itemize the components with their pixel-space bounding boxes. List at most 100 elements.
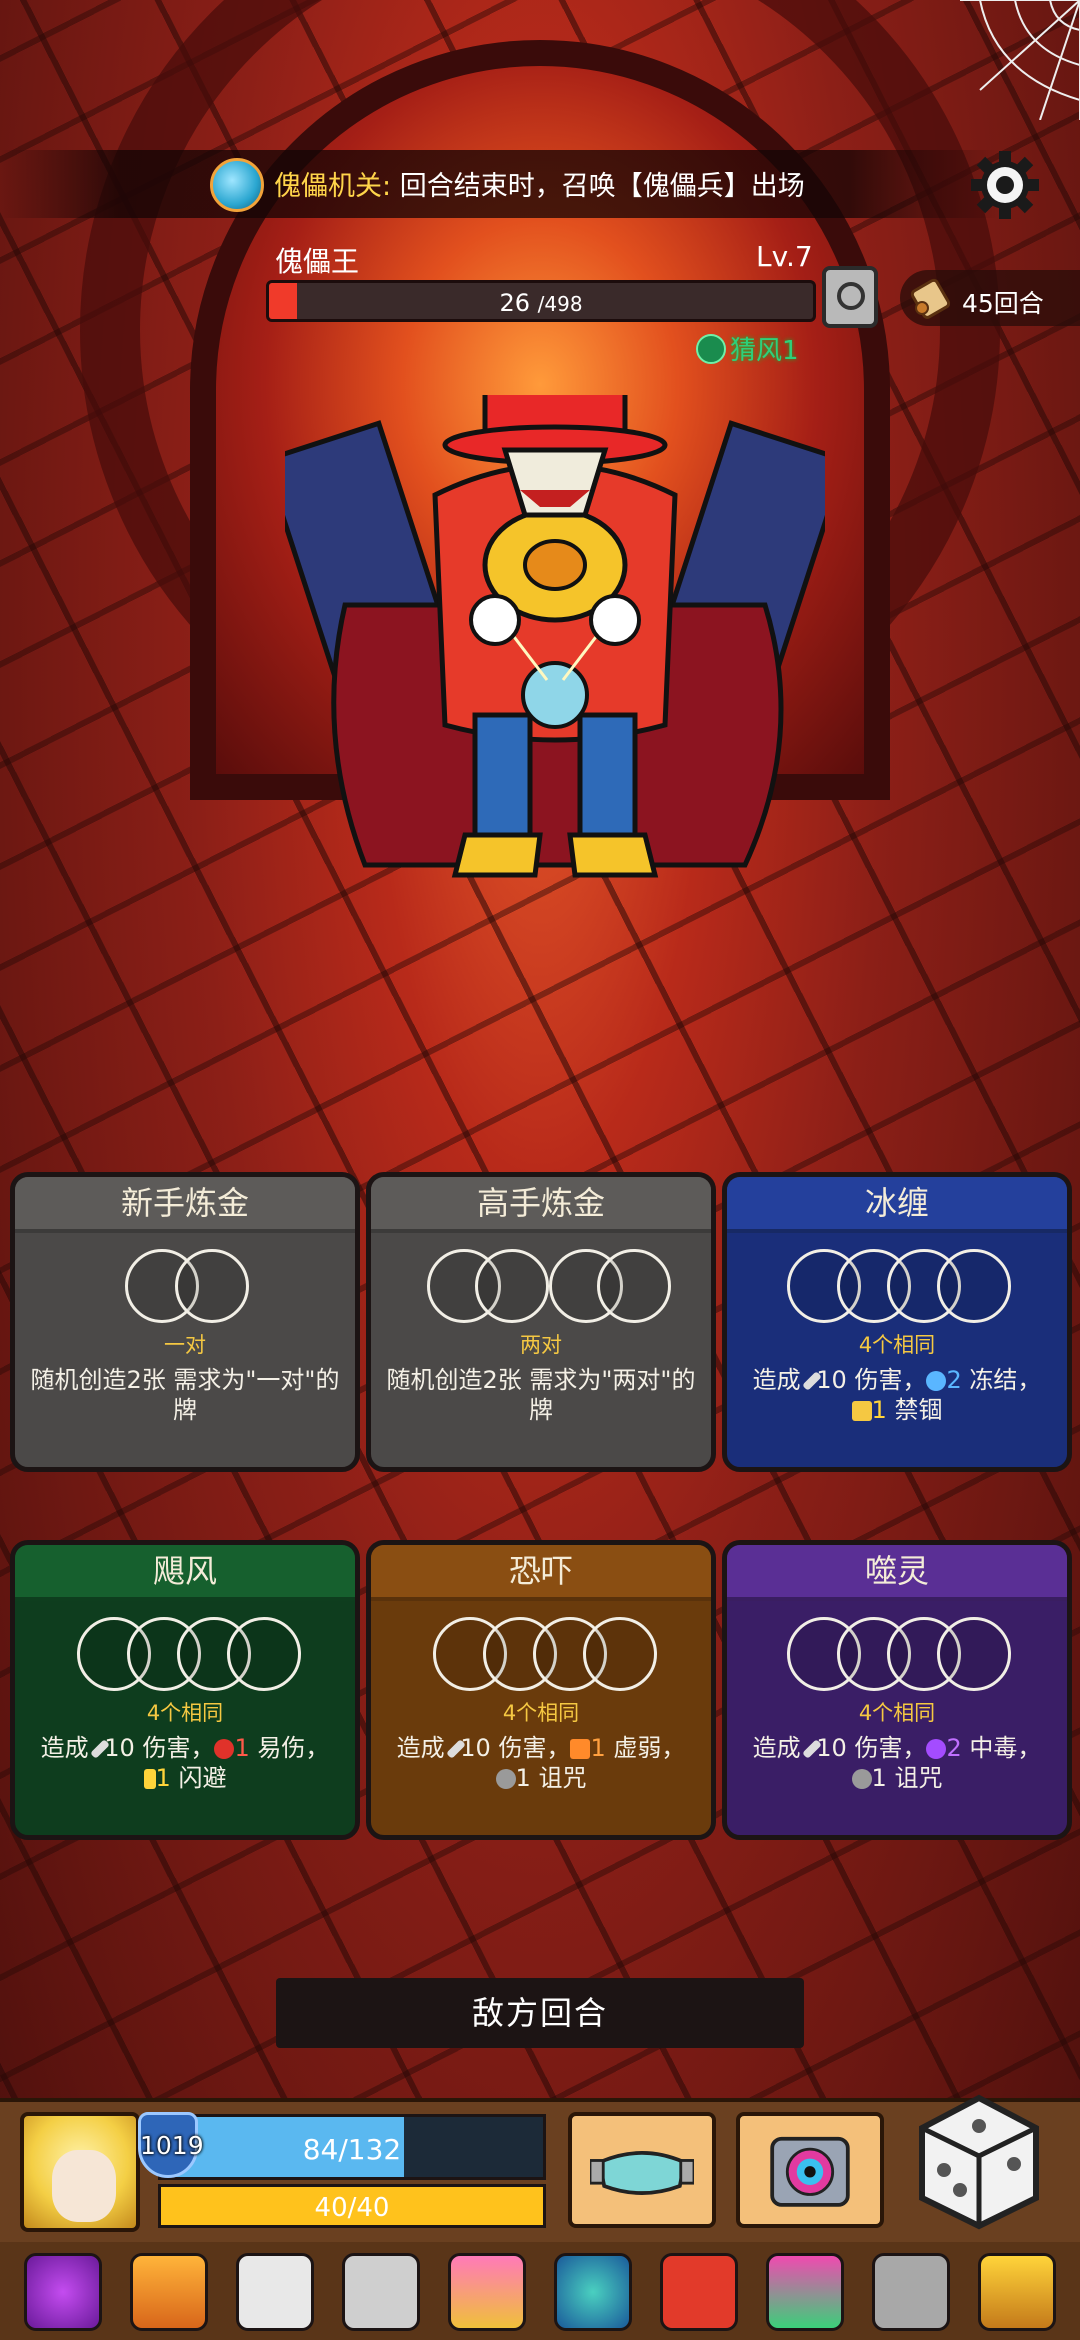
card-title: 新手炼金 <box>15 1177 355 1233</box>
card-requirement: 两对 <box>520 1333 562 1357</box>
spider-web-decoration <box>960 0 1080 120</box>
wind-buff-icon <box>696 333 726 364</box>
player-hp-bar: 84/132 <box>158 2114 546 2180</box>
boss-name: 傀儡王 <box>275 245 360 278</box>
card-requirement: 4个相同 <box>858 1333 936 1357</box>
player-avatar[interactable] <box>20 2112 140 2232</box>
lightning-icon <box>143 1769 156 1789</box>
scroll-relic-icon[interactable] <box>342 2253 420 2331</box>
boss-mechanic-text: 傀儡机关: 回合结束时，召唤【傀儡兵】出场 <box>274 164 805 203</box>
avatar-face <box>52 2150 116 2222</box>
card-description: 造成 10 伤害， 2 冻结， 1 禁锢 <box>727 1359 1067 1425</box>
magnifier-icon[interactable] <box>822 266 878 328</box>
card-slots <box>727 1617 1067 1697</box>
player-energy-bar: 40/40 <box>158 2184 546 2228</box>
card-description: 随机创造2张 需求为"两对"的牌 <box>386 1366 696 1424</box>
curse-label: 诅咒 <box>530 1764 587 1792</box>
card-description: 随机创造2张 需求为"一对"的牌 <box>30 1366 340 1424</box>
demon-icon <box>214 1739 235 1759</box>
poison-icon <box>926 1739 947 1759</box>
cloak-relic-icon[interactable] <box>130 2253 208 2331</box>
card-hurricane[interactable]: 飓风 4个相同 造成 10 伤害， 1 易伤， 1 闪避 <box>10 1540 360 1840</box>
skull-icon <box>495 1769 516 1789</box>
dice-icon[interactable] <box>914 2090 1044 2230</box>
vulnerable-value: 1 <box>234 1734 250 1762</box>
armor-value: 1019 <box>140 2131 204 2160</box>
freeze-label: 冻结， <box>961 1366 1042 1394</box>
potion-relic-icon[interactable] <box>24 2253 102 2331</box>
damage-value: 10 <box>816 1734 847 1762</box>
card-description: 造成 10 伤害， 1 虚弱， 1 诅咒 <box>371 1727 711 1793</box>
card-title: 恐吓 <box>371 1545 711 1601</box>
vortex-device-icon <box>770 2136 850 2207</box>
poison-value: 2 <box>946 1734 962 1762</box>
card-soul-devour[interactable]: 噬灵 4个相同 造成 10 伤害， 2 中毒， 1 诅咒 <box>722 1540 1072 1840</box>
player-hp-text: 84/132 <box>302 2133 402 2166</box>
card-title: 噬灵 <box>727 1545 1067 1601</box>
imprison-value: 1 <box>871 1396 887 1424</box>
gear-icon[interactable] <box>968 148 1042 222</box>
skull-relic-icon[interactable] <box>236 2253 314 2331</box>
lock-icon <box>851 1401 872 1421</box>
boss-hp-max: /498 <box>537 292 583 316</box>
dice-slot <box>175 1249 249 1323</box>
gold-claw-relic-icon[interactable] <box>978 2253 1056 2331</box>
totem-relic-icon[interactable] <box>766 2253 844 2331</box>
dice-slot <box>597 1249 671 1323</box>
damage-value: 10 <box>104 1734 135 1762</box>
desc-text: 造成 <box>40 1734 97 1762</box>
boss-buff-label: 猜风1 <box>730 336 799 366</box>
card-requirement: 4个相同 <box>146 1701 224 1725</box>
desc-text: 伤害， <box>134 1734 215 1762</box>
curse-value: 1 <box>871 1764 887 1792</box>
evade-label: 闪避 <box>170 1764 227 1792</box>
weak-label: 虚弱， <box>605 1734 686 1762</box>
damage-value: 10 <box>816 1366 847 1394</box>
card-ice-bind[interactable]: 冰缠 4个相同 造成 10 伤害， 2 冻结， 1 禁锢 <box>722 1172 1072 1472</box>
dice-slot <box>475 1249 549 1323</box>
card-slots <box>371 1249 711 1329</box>
desc-text: 造成 <box>752 1366 809 1394</box>
curse-value: 1 <box>515 1764 531 1792</box>
evade-value: 1 <box>155 1764 171 1792</box>
card-slots <box>371 1617 711 1697</box>
grey-crown-relic-icon[interactable] <box>872 2253 950 2331</box>
enemy-turn-indicator[interactable]: 敌方回合 <box>276 1978 804 2048</box>
boss-level: Lv.7 <box>756 240 813 273</box>
card-slots <box>15 1617 355 1697</box>
skill-goggles-button[interactable] <box>568 2112 716 2228</box>
card-description: 造成 10 伤害， 2 中毒， 1 诅咒 <box>727 1727 1067 1793</box>
mechanic-colon: : <box>382 171 392 202</box>
puppet-mechanism-icon <box>210 158 264 212</box>
card-slots <box>15 1249 355 1329</box>
card-title: 冰缠 <box>727 1177 1067 1233</box>
card-expert-alchemy[interactable]: 高手炼金 两对 随机创造2张 需求为"两对"的牌 <box>366 1172 716 1472</box>
dice-slot <box>227 1617 301 1691</box>
snowflake-icon <box>926 1371 947 1391</box>
desc-text: 造成 <box>396 1734 453 1762</box>
red-ring-relic-icon[interactable] <box>660 2253 738 2331</box>
player-energy-text: 40/40 <box>314 2193 390 2223</box>
card-requirement: 4个相同 <box>858 1701 936 1725</box>
broken-shield-icon <box>570 1739 591 1759</box>
card-requirement: 4个相同 <box>502 1701 580 1725</box>
card-title: 飓风 <box>15 1545 355 1601</box>
card-requirement: 一对 <box>164 1333 206 1357</box>
curse-label: 诅咒 <box>886 1764 943 1792</box>
card-description: 造成 10 伤害， 1 易伤， 1 闪避 <box>15 1727 355 1793</box>
demon-mask-relic-icon[interactable] <box>554 2253 632 2331</box>
boss-buff[interactable]: 猜风1 <box>696 330 799 367</box>
dice-slot <box>937 1249 1011 1323</box>
heart-amulet-relic-icon[interactable] <box>448 2253 526 2331</box>
desc-text: 造成 <box>752 1734 809 1762</box>
relic-bar <box>0 2244 1080 2340</box>
skill-vortex-button[interactable] <box>736 2112 884 2228</box>
card-title: 高手炼金 <box>371 1177 711 1233</box>
card-intimidate[interactable]: 恐吓 4个相同 造成 10 伤害， 1 虚弱， 1 诅咒 <box>366 1540 716 1840</box>
dice-slot <box>937 1617 1011 1691</box>
puppet-king-boss[interactable] <box>285 395 825 915</box>
freeze-value: 2 <box>946 1366 962 1394</box>
card-novice-alchemy[interactable]: 新手炼金 一对 随机创造2张 需求为"一对"的牌 <box>10 1172 360 1472</box>
weak-value: 1 <box>590 1734 606 1762</box>
card-slots <box>727 1249 1067 1329</box>
